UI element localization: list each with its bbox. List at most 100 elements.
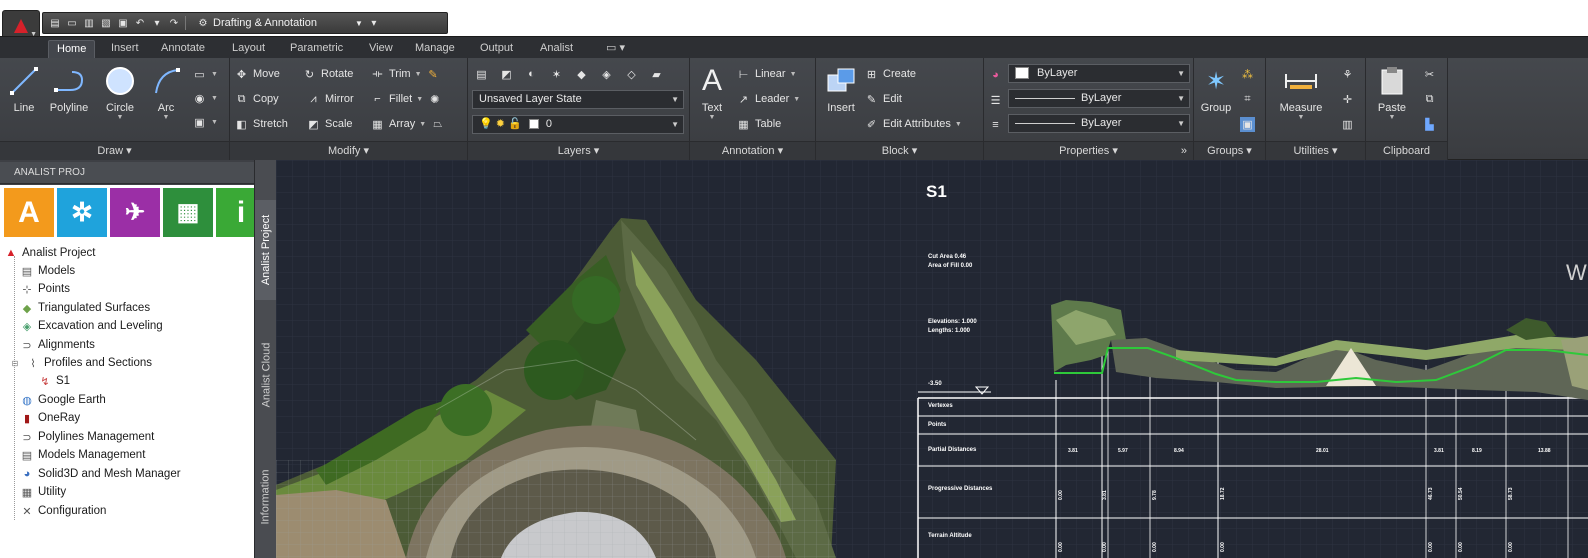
layer-isolate-icon[interactable]: ◩ — [499, 67, 514, 82]
tab-annotate[interactable]: Annotate — [153, 40, 213, 59]
new-file-icon[interactable]: ▤ — [49, 18, 61, 29]
panel-title-annotation[interactable]: Annotation ▾ — [690, 141, 815, 160]
erase-icon[interactable]: ✎ — [426, 67, 441, 82]
layer-dropdown[interactable]: 💡 ✹ 🔓 0 ▼ — [472, 115, 684, 134]
layer-off-icon[interactable]: ◐ — [524, 67, 539, 82]
tab-output[interactable]: Output — [472, 40, 521, 59]
undo-dropdown-icon[interactable]: ▾ — [151, 18, 163, 29]
tree-item-s1[interactable]: ↯ S1 — [38, 372, 70, 390]
tree-item-utility[interactable]: ▦ Utility — [20, 483, 66, 501]
edit-block-button[interactable]: ✎ Edit — [864, 89, 902, 109]
offset-icon[interactable]: ⏢ — [430, 117, 445, 132]
tab-manage[interactable]: Manage — [407, 40, 463, 59]
group-button[interactable]: ✶ Group — [1196, 64, 1236, 115]
text-button[interactable]: A Text ▼ — [694, 64, 730, 121]
lineweight-dropdown[interactable]: ByLayer ▼ — [1008, 89, 1190, 108]
leader-button[interactable]: ↗ Leader ▼ — [736, 89, 800, 109]
layer-properties-icon[interactable]: ▤ — [474, 67, 489, 82]
layer-unisolate-icon[interactable]: ◈ — [599, 67, 614, 82]
collapse-icon[interactable]: ⊟ — [8, 357, 22, 370]
drawing-canvas[interactable]: S1 Cut Area 0.46 Area of Fill 0.00 Elevat… — [276, 160, 1588, 558]
chevron-down-icon[interactable]: ▼ — [98, 114, 142, 121]
tree-item-configuration[interactable]: ✕ Configuration — [20, 502, 106, 520]
layer-freeze-icon[interactable]: ✶ — [549, 67, 564, 82]
tree-item-triangulated-surfaces[interactable]: ◆ Triangulated Surfaces — [20, 299, 150, 317]
customize-qat-icon[interactable]: ▾ — [368, 18, 380, 29]
chevron-down-icon[interactable]: ▼ — [694, 114, 730, 121]
tree-item-root[interactable]: ▲ Analist Project — [4, 244, 96, 262]
chevron-down-icon[interactable]: ▼ — [148, 114, 184, 121]
tab-analist[interactable]: Analist — [532, 40, 581, 59]
tab-insert[interactable]: Insert — [103, 40, 147, 59]
tree-item-polylines-management[interactable]: ⊃ Polylines Management — [20, 428, 154, 446]
layer-lock-icon[interactable]: ◆ — [574, 67, 589, 82]
lineweight-icon-button[interactable]: ☰ — [988, 90, 1003, 110]
ungroup-button[interactable]: ⁂ — [1240, 64, 1255, 84]
panel-title-clipboard[interactable]: Clipboard — [1366, 141, 1447, 160]
table-button[interactable]: ▦ Table — [736, 114, 781, 134]
tree-item-alignments[interactable]: ⊃ Alignments — [20, 336, 95, 354]
tab-layout[interactable]: Layout — [224, 40, 273, 59]
tree-item-solid3d[interactable]: ◕ Solid3D and Mesh Manager — [20, 465, 181, 483]
drone-tile[interactable]: ✈ — [110, 188, 160, 237]
layer-match-icon[interactable]: ◇ — [624, 67, 639, 82]
tree-item-profiles-sections[interactable]: ⊟ ⌇ Profiles and Sections — [8, 354, 152, 372]
side-tab-analist-cloud[interactable]: Analist Cloud — [255, 320, 277, 430]
tab-parametric[interactable]: Parametric — [282, 40, 351, 59]
stretch-button[interactable]: ◧ Stretch — [234, 114, 288, 134]
tab-view[interactable]: View — [361, 40, 401, 59]
chevron-down-icon[interactable]: ▼ — [1372, 114, 1412, 121]
quick-select-button[interactable]: ⚘ — [1340, 64, 1355, 84]
panel-title-layers[interactable]: Layers ▾ — [468, 141, 689, 160]
linear-dimension-button[interactable]: ⊢ Linear ▼ — [736, 64, 797, 84]
calculator-button[interactable]: ▥ — [1340, 114, 1355, 134]
panel-title-utilities[interactable]: Utilities ▾ — [1266, 141, 1365, 160]
panel-title-block[interactable]: Block ▾ — [816, 141, 983, 160]
match-properties-clip-button[interactable]: ▙ — [1422, 114, 1437, 134]
group-selection-button[interactable]: ▣ — [1240, 114, 1255, 134]
tree-item-models-management[interactable]: ▤ Models Management — [20, 446, 146, 464]
scale-button[interactable]: ◩ Scale — [306, 114, 352, 134]
linetype-dropdown[interactable]: ByLayer ▼ — [1008, 114, 1190, 133]
tree-item-google-earth[interactable]: ◍ Google Earth — [20, 391, 106, 409]
circle-button[interactable]: Circle ▼ — [98, 64, 142, 121]
trim-button[interactable]: ⟛ Trim ▼ ✎ — [370, 64, 441, 84]
array-button[interactable]: ▦ Array ▼ ⏢ — [370, 114, 445, 134]
fillet-button[interactable]: ⌐ Fillet ▼ ✺ — [370, 89, 442, 109]
polyline-button[interactable]: Polyline — [44, 64, 94, 114]
panel-title-properties[interactable]: Properties ▾ » — [984, 141, 1193, 160]
workspace-switcher[interactable]: ⚙ Drafting & Annotation ▼ — [197, 17, 363, 29]
analist-cloud-tile[interactable]: ✲ — [57, 188, 107, 237]
chevron-down-icon[interactable]: ▼ — [1272, 114, 1330, 121]
tab-home[interactable]: Home — [48, 40, 96, 59]
copy-clip-button[interactable]: ⧉ — [1422, 89, 1437, 109]
linetype-icon-button[interactable]: ≡ — [988, 115, 1003, 135]
panel-title-groups[interactable]: Groups ▾ — [1194, 141, 1265, 160]
hatch-button[interactable]: ▭ ▼ — [192, 64, 218, 84]
panel-title-modify[interactable]: Modify ▾ — [230, 141, 467, 160]
save-as-icon[interactable]: ▧ — [100, 18, 112, 29]
ellipse-button[interactable]: ◉ ▼ — [192, 88, 218, 108]
redo-icon[interactable]: ↷ — [168, 18, 180, 29]
measure-button[interactable]: Measure ▼ — [1272, 64, 1330, 121]
tree-item-excavation[interactable]: ◈ Excavation and Leveling — [20, 317, 163, 335]
map-tile[interactable]: ▦ — [163, 188, 213, 237]
open-file-icon[interactable]: ▭ — [66, 18, 78, 29]
side-tab-analist-project[interactable]: Analist Project — [255, 200, 277, 300]
plot-icon[interactable]: ▣ — [117, 18, 129, 29]
viewcube-icon[interactable]: W — [1566, 260, 1587, 286]
mirror-button[interactable]: ⩘ Mirror — [306, 89, 353, 109]
explode-icon[interactable]: ✺ — [427, 92, 442, 107]
panel-title-draw[interactable]: Draw ▾ — [0, 141, 229, 160]
insert-block-button[interactable]: Insert — [820, 64, 862, 114]
arc-button[interactable]: Arc ▼ — [148, 64, 184, 121]
cut-button[interactable]: ✂ — [1422, 64, 1437, 84]
layer-state-dropdown[interactable]: Unsaved Layer State ▼ — [472, 90, 684, 109]
tree-item-oneray[interactable]: ▮ OneRay — [20, 409, 80, 427]
ribbon-minimize-toggle[interactable]: ▭ ▾ — [598, 40, 633, 59]
edit-attributes-button[interactable]: ✐ Edit Attributes ▼ — [864, 114, 962, 134]
tree-item-models[interactable]: ▤ Models — [20, 262, 75, 280]
save-icon[interactable]: ▥ — [83, 18, 95, 29]
undo-icon[interactable]: ↶ — [134, 18, 146, 29]
line-button[interactable]: Line — [6, 64, 42, 114]
